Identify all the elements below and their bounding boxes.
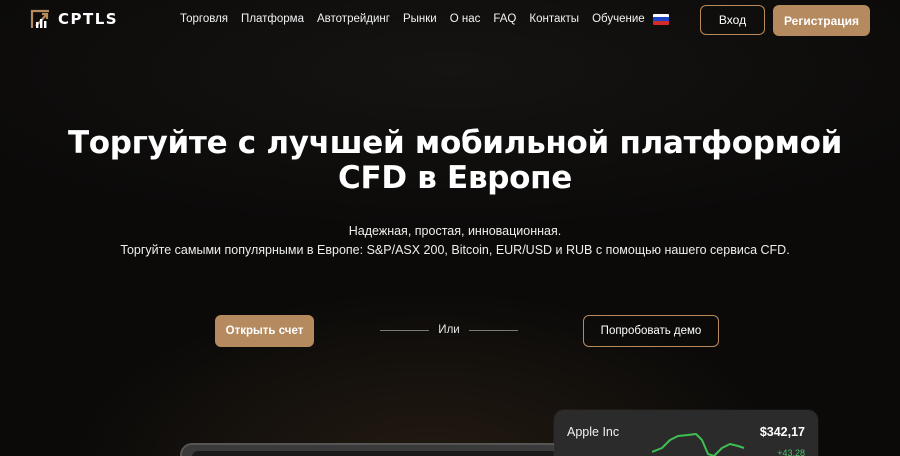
stock-card: Apple Inc $342,17 +43,28 xyxy=(554,410,818,456)
nav-item-about[interactable]: О нас xyxy=(450,13,481,25)
or-divider: Или xyxy=(380,322,518,338)
landing-page: CPTLS Торговля Платформа Автотрейдинг Ры… xyxy=(0,0,900,456)
logo[interactable]: CPTLS xyxy=(30,8,118,30)
divider-line-right xyxy=(468,329,518,331)
stock-price: $342,17 xyxy=(759,425,805,439)
hero-subtitle: Надежная, простая, инновационная. Торгуй… xyxy=(60,222,850,260)
hero-subtitle-line-1: Надежная, простая, инновационная. xyxy=(348,224,562,238)
site-header: CPTLS Торговля Платформа Автотрейдинг Ры… xyxy=(0,0,900,42)
stock-sparkline xyxy=(652,433,745,456)
divider-line-left xyxy=(380,329,430,331)
nav-item-education[interactable]: Обучение xyxy=(592,13,645,25)
hero-title: Торгуйте с лучшей мобильной платформой C… xyxy=(67,125,843,196)
nav-item-platform[interactable]: Платформа xyxy=(241,13,304,25)
logo-text: CPTLS xyxy=(58,10,119,28)
stock-change: +43,28 xyxy=(777,448,805,456)
nav-item-trading[interactable]: Торговля xyxy=(180,13,228,25)
open-account-button[interactable]: Открыть счет xyxy=(215,315,314,347)
nav-item-contacts[interactable]: Контакты xyxy=(529,13,579,25)
main-nav: Торговля Платформа Автотрейдинг Рынки О … xyxy=(180,13,669,25)
nav-item-autotrading[interactable]: Автотрейдинг xyxy=(317,13,390,25)
chart-growth-logo-icon xyxy=(30,9,49,28)
russian-flag-icon[interactable] xyxy=(652,13,669,25)
login-button[interactable]: Вход xyxy=(700,5,765,35)
stock-name: Apple Inc xyxy=(567,425,620,439)
try-demo-button[interactable]: Попробовать демо xyxy=(583,315,719,347)
or-label: Или xyxy=(438,324,460,336)
nav-item-faq[interactable]: FAQ xyxy=(493,13,516,25)
hero-subtitle-line-2: Торгуйте самыми популярными в Европе: S&… xyxy=(120,243,790,257)
register-button[interactable]: Регистрация xyxy=(773,5,870,36)
nav-item-markets[interactable]: Рынки xyxy=(403,13,437,25)
